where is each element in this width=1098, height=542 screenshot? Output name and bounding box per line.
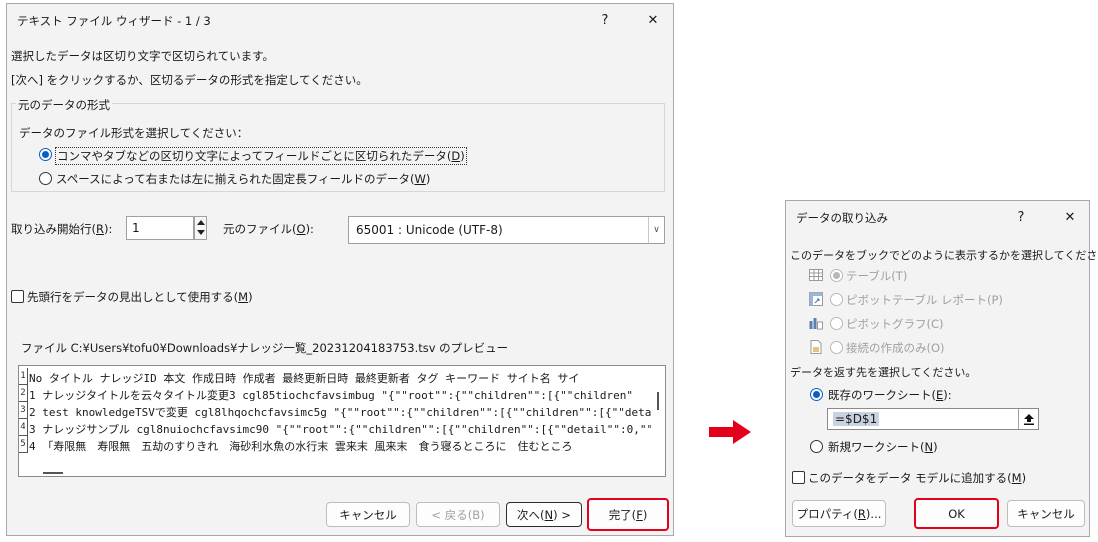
preview-row: 32 test knowledgeTSVで変更 cgl8lhqochcfavsi… [19,402,651,419]
close-button[interactable]: ✕ [1050,201,1090,233]
import-titlebar: データの取り込み ? ✕ [786,201,1089,233]
preview-row-number: 1 [19,368,28,385]
import-title: データの取り込み [796,211,888,225]
finish-button[interactable]: 完了(F) [587,498,669,531]
data-model-checkbox-label[interactable]: このデータをデータ モデルに追加する(M) [808,470,1026,486]
connection-only-radio-label[interactable]: 接続の作成のみ(O) [846,340,945,356]
spin-down-icon[interactable] [197,230,205,235]
table-radio-label[interactable]: テーブル(T) [846,268,907,284]
right-arrow-icon [709,420,751,444]
back-button[interactable]: < 戻る(B) [416,502,500,527]
destination-prompt: データを返す先を選択してください。 [790,366,977,379]
pivot-chart-radio[interactable] [830,317,843,330]
preview-row: 43 ナレッジサンプル cgl8nuiochcfavsimc90 "{""roo… [19,419,651,436]
properties-button[interactable]: プロパティ(R)... [792,500,886,527]
pivot-table-radio[interactable] [830,293,843,306]
spin-up-icon[interactable] [197,220,205,225]
start-row-value: 1 [132,221,140,235]
origin-select[interactable]: 65001 : Unicode (UTF-8) ∨ [348,216,665,244]
preview-row: 21 ナレッジタイトルを云々タイトル変更3 cgl85tiochcfavsimb… [19,385,651,402]
help-button[interactable]: ? [1001,201,1041,233]
header-row-checkbox-label[interactable]: 先頭行をデータの見出しとして使用する(M) [27,289,253,305]
vertical-scrollbar[interactable] [657,392,659,410]
view-prompt: このデータをブックでどのように表示するかを選択してください。 [790,249,1098,262]
next-button[interactable]: 次へ(N) > [506,502,582,527]
delimited-radio-label[interactable]: コンマやタブなどの区切り文字によってフィールドごとに区切られたデータ(D) [55,147,467,165]
cell-reference-value: =$D$1 [833,412,880,426]
start-row-label: 取り込み開始行(R): [11,222,113,236]
preview-row-text: No タイトル ナレッジID 本文 作成日時 作成者 最終更新日時 最終更新者 … [29,372,580,385]
new-sheet-radio[interactable] [810,440,823,453]
existing-sheet-radio[interactable] [810,388,823,401]
preview-row-number: 4 [19,419,28,436]
table-icon [809,269,823,281]
table-radio[interactable] [830,269,843,282]
collapse-dialog-icon[interactable] [1018,409,1038,429]
help-button[interactable]: ? [585,4,625,36]
connection-only-radio[interactable] [830,341,843,354]
header-row-checkbox[interactable] [11,290,24,303]
cancel-button[interactable]: キャンセル [1007,500,1085,527]
wizard-description-2: [次へ] をクリックするか、区切るデータの形式を指定してください。 [11,73,368,87]
ok-button[interactable]: OK [914,498,999,529]
origin-label: 元のファイル(O): [223,222,314,236]
preview-row-number: 5 [19,436,28,453]
pivot-table-radio-label[interactable]: ピボットテーブル レポート(P) [846,292,1003,308]
connection-icon [810,340,822,354]
close-button[interactable]: ✕ [633,4,673,36]
import-data-dialog: データの取り込み ? ✕ このデータをブックでどのように表示するかを選択してくだ… [785,200,1098,537]
format-prompt: データのファイル形式を選択してください： [19,126,249,140]
origin-select-value: 65001 : Unicode (UTF-8) [356,223,503,237]
preview-row: 1 No タイトル ナレッジID 本文 作成日時 作成者 最終更新日時 最終更新者… [19,368,651,385]
preview-row-text: 3 ナレッジサンプル cgl8nuiochcfavsimc90 "{""root… [29,423,651,436]
chevron-down-icon[interactable]: ∨ [648,217,664,243]
preview-row: 54 「寿限無 寿限無 五劫のすりきれ 海砂利水魚の水行末 雲来末 風来末 食う… [19,436,651,453]
new-sheet-radio-label[interactable]: 新規ワークシート(N) [828,439,938,455]
start-row-input[interactable]: 1 [126,216,194,240]
data-preview[interactable]: 1 No タイトル ナレッジID 本文 作成日時 作成者 最終更新日時 最終更新者… [18,365,666,477]
preview-label: ファイル C:¥Users¥tofu0¥Downloads¥ナレッジ一覧_202… [21,341,509,355]
text-import-wizard-dialog: テキスト ファイル ウィザード - 1 / 3 ? ✕ 選択したデータは区切り文… [6,3,674,536]
preview-row-text: 4 「寿限無 寿限無 五劫のすりきれ 海砂利水魚の水行末 雲来末 風来末 食う寝… [29,440,573,453]
wizard-description-1: 選択したデータは区切り文字で区切られています。 [11,49,275,63]
preview-row-number: 2 [19,385,28,402]
source-format-group-title: 元のデータの形式 [16,97,112,113]
horizontal-scrollbar[interactable] [43,472,63,474]
preview-row-text: 1 ナレッジタイトルを云々タイトル変更3 cgl85tiochcfavsimbu… [29,389,633,402]
preview-row-text: 2 test knowledgeTSVで変更 cgl8lhqochcfavsim… [29,406,651,419]
data-model-checkbox[interactable] [792,471,805,484]
existing-sheet-radio-label[interactable]: 既存のワークシート(E): [828,387,952,403]
pivot-chart-radio-label[interactable]: ピボットグラフ(C) [846,316,944,332]
wizard-titlebar: テキスト ファイル ウィザード - 1 / 3 ? ✕ [7,4,673,36]
fixed-width-radio-label[interactable]: スペースによって右または左に揃えられた固定長フィールドのデータ(W) [56,171,430,187]
pivot-chart-icon [809,318,823,330]
preview-row-number: 3 [19,402,28,419]
start-row-spinner[interactable] [194,216,207,240]
cancel-button[interactable]: キャンセル [326,502,410,527]
fixed-width-radio[interactable] [39,172,52,185]
wizard-title: テキスト ファイル ウィザード - 1 / 3 [17,14,211,28]
cell-reference-input[interactable]: =$D$1 [827,408,1039,430]
delimited-radio[interactable] [39,148,52,161]
pivot-table-icon [809,292,823,306]
